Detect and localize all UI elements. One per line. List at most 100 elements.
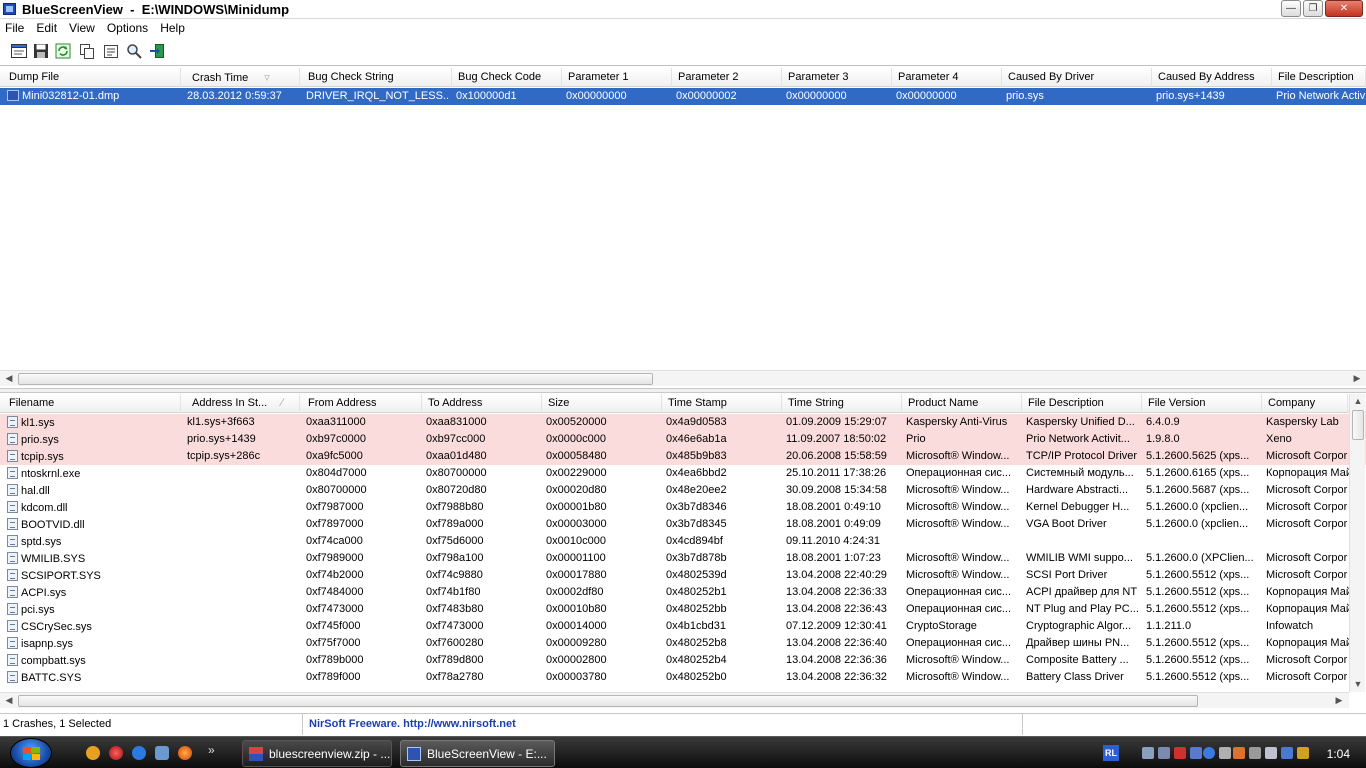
col-address-in-stack[interactable]: Address In St... ∕ [186,394,300,413]
alert-icon[interactable] [1174,747,1186,759]
dump-row[interactable]: Mini032812-01.dmp 28.03.2012 0:59:37 DRI… [0,88,1366,105]
time-stamp-cell: 0x4b1cbd31 [666,620,726,632]
drivers-vscroll-thumb[interactable] [1352,410,1364,440]
driver-row[interactable]: kl1.sys kl1.sys+3f663 0xaa311000 0xaa831000… [0,414,1366,431]
menu-options[interactable]: Options [101,19,154,36]
col-parameter-3[interactable]: Parameter 3 [782,68,892,87]
menu-edit[interactable]: Edit [30,19,63,36]
col-caused-by-driver[interactable]: Caused By Driver [1002,68,1152,87]
drivers-hscroll-thumb[interactable] [18,695,1198,707]
task-bluescreenview-zip[interactable]: bluescreenview.zip - ... [242,740,392,767]
html-report-button[interactable] [10,42,28,60]
menu-view[interactable]: View [63,19,101,36]
driver-row[interactable]: ACPI.sys 0xf7484000 0xf74b1f80 0x0002df80 0x… [0,584,1366,601]
address-in-stack-cell [184,652,302,669]
scroll-left-arrow-icon[interactable]: ◀ [2,693,16,709]
save-button[interactable] [32,42,50,60]
col-bug-check-code[interactable]: Bug Check Code [452,68,562,87]
scroll-up-arrow-icon[interactable]: ▲ [1350,394,1366,408]
col-product-name[interactable]: Product Name [902,394,1022,413]
menu-file[interactable]: File [0,19,30,36]
update-icon[interactable] [1203,747,1215,759]
drivers-vscrollbar[interactable]: ▲ ▼ [1349,394,1365,692]
copy-button[interactable] [78,42,96,60]
quicklaunch-firefox-icon[interactable] [178,746,192,760]
tools-icon[interactable] [1219,747,1231,759]
col-bug-check-string[interactable]: Bug Check String [302,68,452,87]
col-filename[interactable]: Filename [3,394,181,413]
col-crash-time[interactable]: Crash Time ▿ [186,68,300,87]
drivers-hscrollbar[interactable]: ◀ ▶ [0,692,1349,708]
scroll-left-arrow-icon[interactable]: ◀ [2,371,16,387]
col-time-string[interactable]: Time String [782,394,902,413]
col-parameter-1[interactable]: Parameter 1 [562,68,672,87]
time-string-cell: 09.11.2010 4:24:31 [786,535,880,547]
col-driver-file-description[interactable]: File Description [1022,394,1142,413]
col-caused-by-address[interactable]: Caused By Address [1152,68,1272,87]
dump-files-list[interactable]: Dump File Crash Time ▿ Bug Check String B… [0,68,1366,388]
driver-row[interactable]: kdcom.dll 0xf7987000 0xf7988b80 0x00001b80 0… [0,499,1366,516]
antivirus-icon[interactable] [1190,747,1202,759]
tray-app-icon[interactable] [1281,747,1293,759]
driver-row[interactable]: CSCrySec.sys 0xf745f000 0xf7473000 0x000140… [0,618,1366,635]
col-from-address[interactable]: From Address [302,394,422,413]
driver-row[interactable]: prio.sys prio.sys+1439 0xb97c0000 0xb97cc00… [0,431,1366,448]
col-file-description[interactable]: File Description [1272,68,1366,87]
driver-row[interactable]: ntoskrnl.exe 0x804d7000 0x80700000 0x002290… [0,465,1366,482]
monitor-icon[interactable] [1158,747,1170,759]
size-cell: 0x00010b80 [546,603,607,615]
quicklaunch-desktop-icon[interactable] [155,746,169,760]
dump-list-hscroll-thumb[interactable] [18,373,653,385]
driver-row[interactable]: isapnp.sys 0xf75f7000 0xf7600280 0x00009280… [0,635,1366,652]
refresh-button[interactable] [54,42,72,60]
driver-row[interactable]: tcpip.sys tcpip.sys+286c 0xa9fc5000 0xaa01d… [0,448,1366,465]
title-bar[interactable]: BlueScreenView - E:\WINDOWS\Minidump — ❐… [0,0,1366,19]
col-file-version[interactable]: File Version [1142,394,1262,413]
network-icon[interactable] [1142,747,1154,759]
properties-button[interactable] [102,42,120,60]
quicklaunch-ie-icon[interactable] [132,746,146,760]
close-button[interactable]: ✕ [1325,0,1363,17]
maximize-button[interactable]: ❐ [1303,0,1323,17]
nirsoft-link[interactable]: NirSoft Freeware. http://www.nirsoft.net [303,714,1023,735]
driver-row[interactable]: pci.sys 0xf7473000 0xf7483b80 0x00010b80 0x4… [0,601,1366,618]
pane-splitter[interactable] [0,388,1366,393]
driver-row[interactable]: SCSIPORT.SYS 0xf74b2000 0xf74c9880 0x000178… [0,567,1366,584]
driver-row[interactable]: BOOTVID.dll 0xf7897000 0xf789a000 0x0000300… [0,516,1366,533]
driver-row[interactable]: sptd.sys 0xf74ca000 0xf75d6000 0x0010c000 0x… [0,533,1366,550]
find-button[interactable] [125,42,143,60]
task-bluescreenview[interactable]: BlueScreenView - E:... [400,740,555,767]
drivers-list[interactable]: Filename Address In St... ∕ From Address … [0,394,1366,712]
dump-file-icon [7,90,19,101]
messenger-icon[interactable] [1297,747,1309,759]
col-size[interactable]: Size [542,394,662,413]
menu-help[interactable]: Help [154,19,191,36]
start-button[interactable] [10,738,52,768]
col-parameter-4[interactable]: Parameter 4 [892,68,1002,87]
col-company[interactable]: Company [1262,394,1348,413]
col-parameter-2[interactable]: Parameter 2 [672,68,782,87]
driver-row[interactable]: BATTC.SYS 0xf789f000 0xf78a2780 0x00003780 0… [0,669,1366,686]
dump-list-hscrollbar[interactable]: ◀ ▶ [0,370,1366,386]
scroll-right-arrow-icon[interactable]: ▶ [1332,693,1346,709]
driver-row[interactable]: compbatt.sys 0xf789b000 0xf789d800 0x000028… [0,652,1366,669]
from-address-cell: 0xf75f7000 [306,637,361,649]
quicklaunch-avast-icon[interactable] [86,746,100,760]
taskbar-clock[interactable]: 1:04 [1327,747,1350,761]
col-time-stamp[interactable]: Time Stamp [662,394,782,413]
driver-row[interactable]: hal.dll 0x80700000 0x80720d80 0x00020d80 0x4… [0,482,1366,499]
driver-row[interactable]: WMILIB.SYS 0xf7989000 0xf798a100 0x00001100… [0,550,1366,567]
scroll-down-arrow-icon[interactable]: ▼ [1350,677,1366,691]
quicklaunch-more-icon[interactable]: » [208,743,215,757]
usb-icon[interactable] [1249,747,1261,759]
scroll-right-arrow-icon[interactable]: ▶ [1350,371,1364,387]
col-to-address[interactable]: To Address [422,394,542,413]
language-indicator[interactable]: RL [1103,745,1119,761]
quicklaunch-opera-icon[interactable] [109,746,123,760]
minimize-button[interactable]: — [1281,0,1301,17]
exit-button[interactable] [148,42,166,60]
to-address-cell: 0xb97cc000 [426,433,486,445]
battery-icon[interactable] [1265,747,1277,759]
col-dump-file[interactable]: Dump File [3,68,181,87]
volume-icon[interactable] [1233,747,1245,759]
